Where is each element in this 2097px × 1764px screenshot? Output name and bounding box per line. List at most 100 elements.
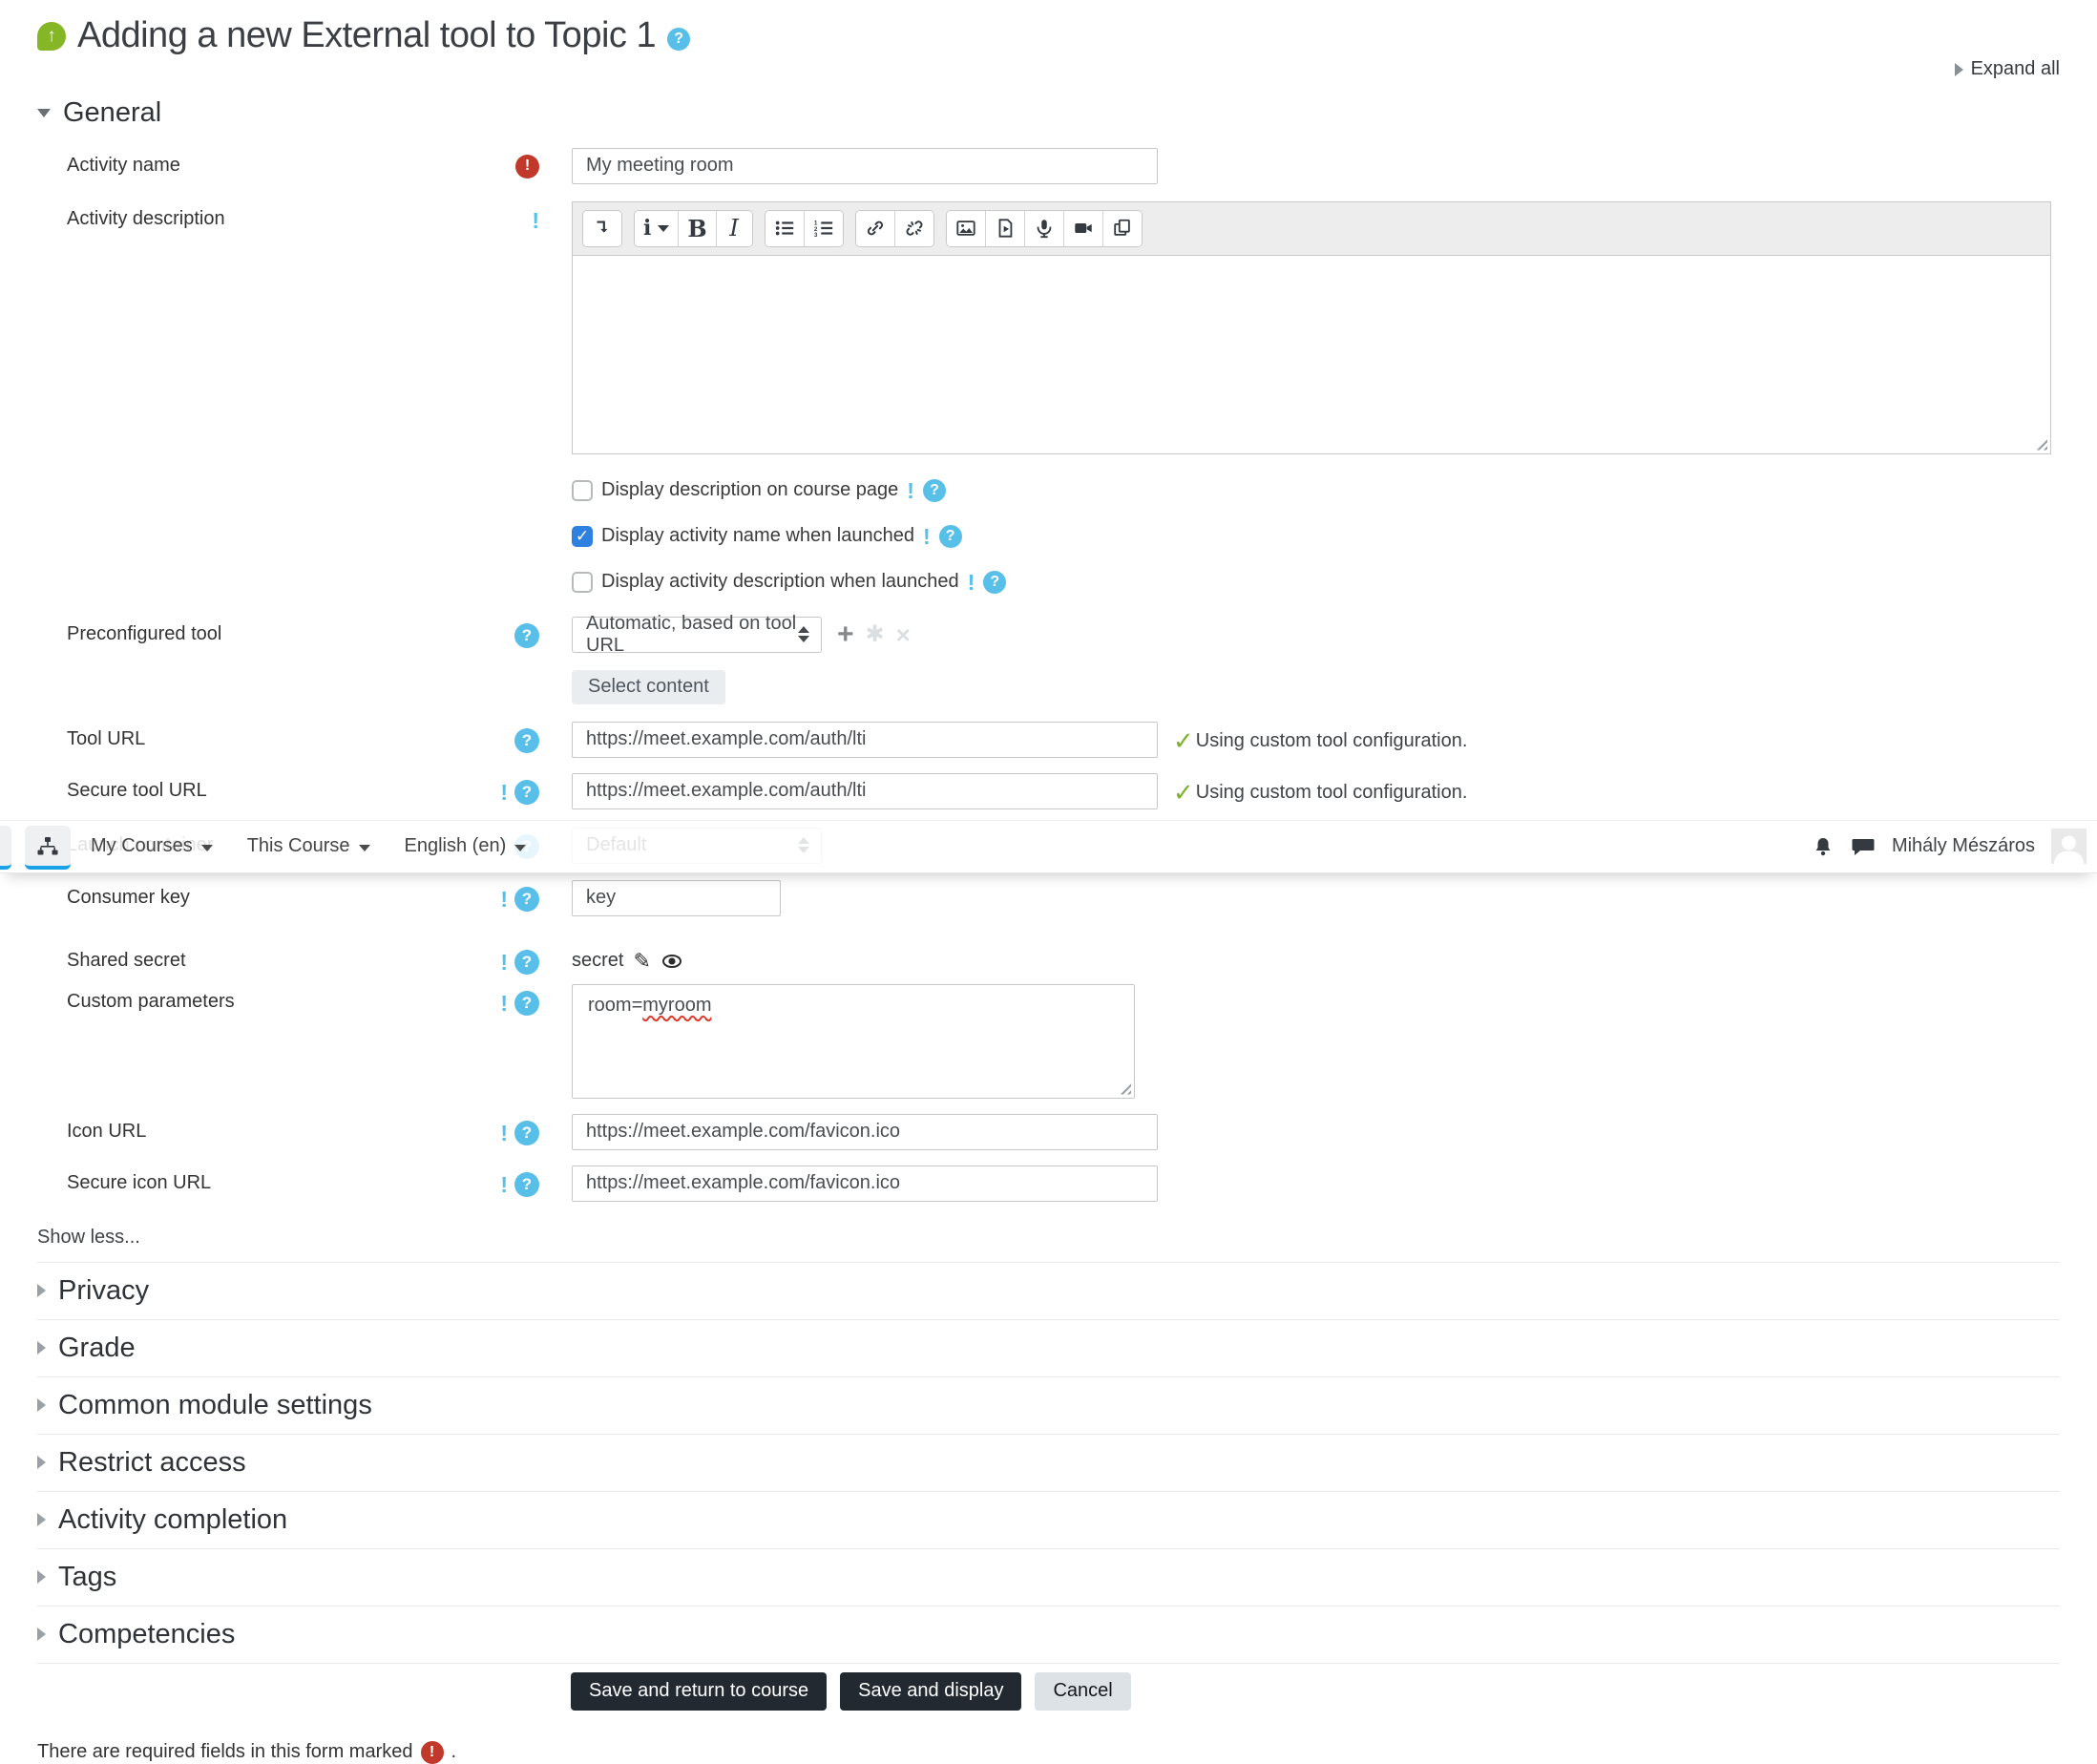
activity-description-label: Activity description bbox=[67, 207, 225, 229]
checkbox-display-description[interactable]: Display description on course page ! ? bbox=[572, 477, 2060, 504]
warning-icon: ! bbox=[532, 207, 539, 233]
custom-parameters-textarea[interactable]: room=myroom bbox=[572, 983, 1135, 1099]
activity-name-input[interactable] bbox=[572, 147, 1158, 184]
section-tags[interactable]: Tags bbox=[37, 1549, 2060, 1606]
help-icon[interactable]: ? bbox=[514, 727, 539, 753]
checkbox-checked-icon[interactable] bbox=[572, 525, 593, 547]
description-editor: i B I 123 bbox=[572, 200, 2051, 454]
link-icon[interactable] bbox=[855, 210, 895, 246]
preconfigured-tool-select[interactable]: Automatic, based on tool URL bbox=[572, 613, 822, 656]
edit-pencil-icon[interactable]: ✎ bbox=[633, 949, 650, 974]
icon-url-label: Icon URL bbox=[67, 1120, 147, 1142]
section-common-module-settings[interactable]: Common module settings bbox=[37, 1377, 2060, 1434]
consumer-key-input[interactable] bbox=[572, 879, 781, 916]
select-carets-icon bbox=[798, 626, 809, 642]
record-audio-icon[interactable] bbox=[1024, 210, 1064, 246]
section-privacy[interactable]: Privacy bbox=[37, 1263, 2060, 1319]
checkbox-icon[interactable] bbox=[572, 479, 593, 501]
field-secure-icon-url: Secure icon URL ! ? bbox=[37, 1165, 2060, 1202]
required-icon: ! bbox=[420, 1740, 444, 1764]
chevron-right-icon bbox=[37, 1284, 46, 1297]
bell-icon[interactable] bbox=[1812, 835, 1835, 858]
show-less-link[interactable]: Show less... bbox=[37, 1227, 140, 1249]
help-icon[interactable]: ? bbox=[667, 27, 691, 51]
help-icon[interactable]: ? bbox=[514, 990, 539, 1016]
cancel-button[interactable]: Cancel bbox=[1035, 1671, 1131, 1711]
chevron-down-icon bbox=[658, 224, 670, 232]
form-actions: Save and return to course Save and displ… bbox=[571, 1671, 2060, 1711]
field-tool-url: Tool URL ? ✓ Using custom tool configura… bbox=[37, 721, 2060, 758]
help-icon[interactable]: ? bbox=[938, 524, 962, 548]
page-title: Adding a new External tool to Topic 1 bbox=[77, 15, 657, 55]
section-general[interactable]: General bbox=[37, 97, 2060, 129]
checkbox-display-activity-name[interactable]: Display activity name when launched ! ? bbox=[572, 523, 2060, 550]
section-restrict-access[interactable]: Restrict access bbox=[37, 1435, 2060, 1491]
checkbox-display-activity-description[interactable]: Display activity description when launch… bbox=[572, 569, 2060, 596]
section-competencies[interactable]: Competencies bbox=[37, 1606, 2060, 1663]
image-icon[interactable] bbox=[946, 210, 986, 246]
warning-icon: ! bbox=[500, 991, 508, 1016]
help-icon[interactable]: ? bbox=[514, 1171, 539, 1197]
warning-icon: ! bbox=[922, 524, 931, 549]
help-icon[interactable]: ? bbox=[514, 622, 539, 648]
media-icon[interactable] bbox=[985, 210, 1025, 246]
field-custom-parameters: Custom parameters ! ? room=myroom bbox=[37, 983, 2060, 1099]
collapse-toolbar-icon[interactable] bbox=[583, 210, 621, 246]
tool-config-status: Using custom tool configuration. bbox=[1195, 730, 1468, 751]
chat-icon[interactable] bbox=[1851, 835, 1876, 858]
italic-icon[interactable]: I bbox=[716, 210, 752, 246]
field-preconfigured-tool: Preconfigured tool ? Automatic, based on… bbox=[37, 613, 2060, 656]
add-tool-icon[interactable]: + bbox=[837, 620, 854, 649]
chevron-right-icon bbox=[37, 1341, 46, 1354]
unlink-icon[interactable] bbox=[894, 210, 933, 246]
help-icon[interactable]: ? bbox=[514, 779, 539, 805]
save-and-display-button[interactable]: Save and display bbox=[840, 1671, 1022, 1711]
ordered-list-icon[interactable]: 123 bbox=[804, 210, 843, 246]
chevron-down-icon bbox=[37, 108, 51, 117]
chevron-right-icon bbox=[37, 1456, 46, 1469]
checkbox-icon[interactable] bbox=[572, 571, 593, 593]
section-activity-completion[interactable]: Activity completion bbox=[37, 1492, 2060, 1548]
nav-this-course[interactable]: This Course bbox=[233, 821, 385, 872]
section-grade[interactable]: Grade bbox=[37, 1320, 2060, 1376]
description-textarea[interactable] bbox=[572, 254, 2051, 454]
expand-all-label: Expand all bbox=[1970, 58, 2060, 79]
secure-icon-url-label: Secure icon URL bbox=[67, 1171, 212, 1193]
avatar[interactable] bbox=[2051, 829, 2087, 864]
field-activity-name: Activity name ! bbox=[37, 147, 2060, 184]
help-icon[interactable]: ? bbox=[514, 1120, 539, 1145]
selected-option: Automatic, based on tool URL bbox=[586, 612, 797, 656]
select-content-button[interactable]: Select content bbox=[572, 669, 725, 704]
unordered-list-icon[interactable] bbox=[765, 210, 805, 246]
icon-url-input[interactable] bbox=[572, 1113, 1158, 1150]
tool-url-input[interactable] bbox=[572, 721, 1158, 758]
check-icon: ✓ bbox=[1173, 778, 1194, 807]
manage-files-icon[interactable] bbox=[1102, 210, 1142, 246]
help-icon[interactable]: ? bbox=[514, 886, 539, 912]
paragraph-styles-icon[interactable]: i bbox=[635, 210, 680, 246]
editor-toolbar: i B I 123 bbox=[572, 200, 2051, 255]
external-tool-icon: ↑ bbox=[37, 21, 66, 51]
sitemap-icon[interactable] bbox=[25, 825, 71, 870]
save-and-return-button[interactable]: Save and return to course bbox=[571, 1671, 828, 1711]
warning-icon: ! bbox=[500, 780, 508, 805]
user-name[interactable]: Mihály Mészáros bbox=[1892, 835, 2035, 857]
eye-icon[interactable] bbox=[661, 950, 683, 973]
warning-icon: ! bbox=[500, 887, 508, 912]
expand-all-link[interactable]: Expand all bbox=[1954, 58, 2060, 80]
secure-icon-url-input[interactable] bbox=[572, 1165, 1158, 1202]
activity-name-label: Activity name bbox=[67, 154, 180, 176]
section-general-title: General bbox=[63, 96, 162, 128]
nav-language[interactable]: English (en) bbox=[390, 821, 541, 872]
nav-home-partial[interactable] bbox=[0, 825, 11, 870]
secure-tool-url-input[interactable] bbox=[572, 772, 1158, 809]
nav-my-courses[interactable]: My Courses bbox=[76, 821, 227, 872]
record-video-icon[interactable] bbox=[1063, 210, 1103, 246]
help-icon[interactable]: ? bbox=[922, 478, 946, 502]
help-icon[interactable]: ? bbox=[983, 570, 1007, 594]
bold-icon[interactable]: B bbox=[679, 210, 717, 246]
required-icon: ! bbox=[515, 154, 539, 178]
chevron-right-icon bbox=[37, 1398, 46, 1412]
check-icon: ✓ bbox=[1173, 726, 1194, 755]
help-icon[interactable]: ? bbox=[514, 949, 539, 975]
